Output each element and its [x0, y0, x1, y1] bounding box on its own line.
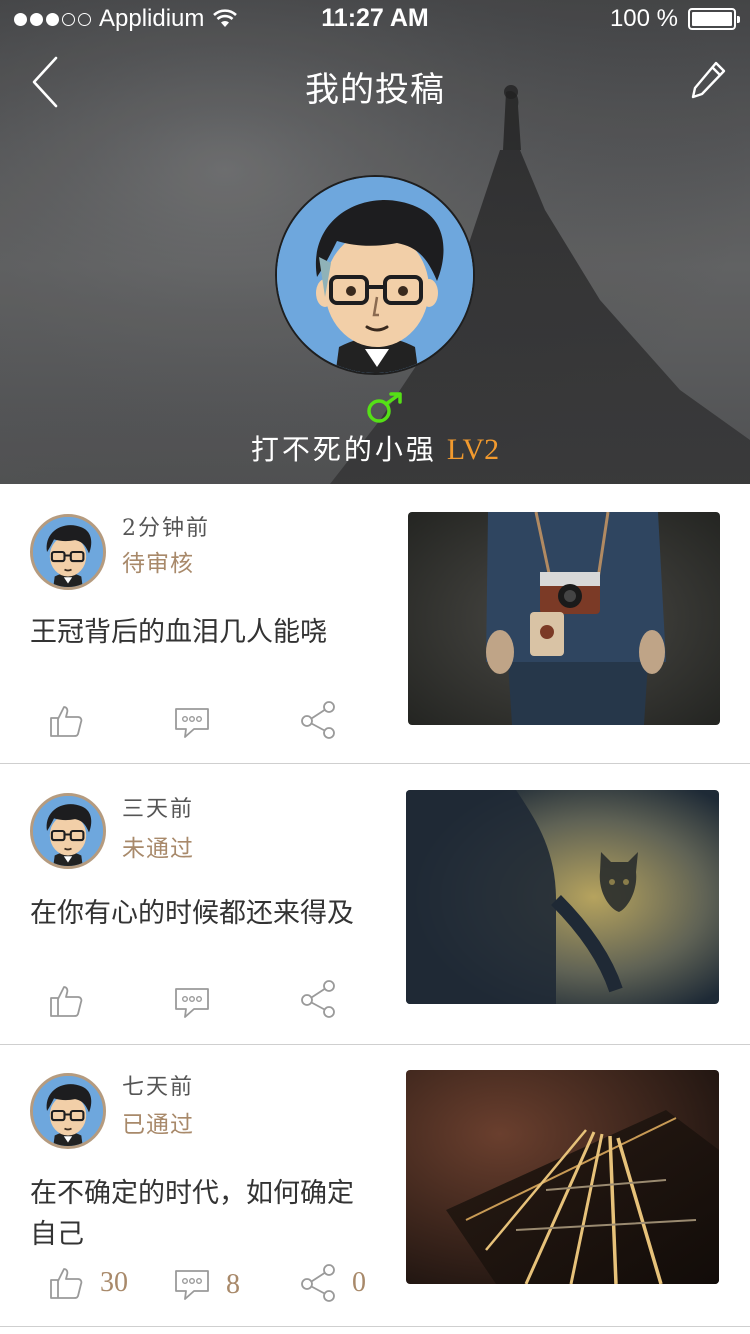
post-image[interactable]: [406, 1070, 719, 1284]
post-time: 2分钟前: [122, 516, 210, 541]
review-status: 已通过: [122, 1112, 194, 1138]
like-button[interactable]: [48, 703, 100, 739]
guitar-strings-photo: [406, 1070, 719, 1284]
comment-count: 8: [226, 1269, 240, 1300]
profile-name-line: 打不死的小强 LV2: [0, 428, 750, 468]
share-button[interactable]: [300, 979, 352, 1019]
share-button[interactable]: [300, 700, 352, 740]
camera-person-photo: [408, 512, 720, 725]
like-button[interactable]: [48, 983, 100, 1019]
post-image[interactable]: [408, 512, 720, 725]
shadow-figure-photo: [406, 790, 719, 1004]
comment-button[interactable]: [174, 706, 226, 740]
profile-name: 打不死的小强: [250, 433, 437, 466]
review-status: 未通过: [122, 836, 194, 862]
avatar: [30, 793, 106, 869]
comment-bubble-icon: [175, 1270, 209, 1300]
like-button[interactable]: 30: [48, 1265, 128, 1301]
post-image[interactable]: [406, 790, 719, 1004]
share-icon: [301, 980, 335, 1018]
share-button[interactable]: 0: [300, 1263, 366, 1303]
post-time: 七天前: [122, 1075, 195, 1100]
thumbs-up-icon: [50, 706, 83, 737]
post-text[interactable]: 在不确定的时代，如何确定自己: [30, 1173, 375, 1255]
status-bar: Applidium 11:27 AM 100 %: [0, 0, 750, 40]
male-symbol-icon: [367, 392, 402, 423]
thumbs-up-icon: [50, 986, 83, 1017]
like-count: 30: [100, 1267, 128, 1298]
post-text[interactable]: 在你有心的时候都还来得及: [30, 893, 375, 934]
comment-bubble-icon: [175, 988, 209, 1018]
status-right: 100 %: [609, 5, 740, 33]
battery-icon: [688, 8, 740, 30]
post-time: 三天前: [122, 797, 195, 822]
profile-level: LV2: [446, 433, 500, 466]
page-title: 我的投稿: [305, 70, 445, 110]
post-item[interactable]: 2分钟前 待审核 王冠背后的血泪几人能哓: [0, 484, 750, 764]
comment-button[interactable]: 8: [174, 1268, 240, 1302]
review-status: 待审核: [122, 551, 194, 577]
post-text[interactable]: 王冠背后的血泪几人能哓: [30, 612, 375, 653]
avatar: [30, 514, 106, 590]
avatar: [30, 1073, 106, 1149]
share-count: 0: [352, 1267, 366, 1298]
profile-avatar[interactable]: [275, 175, 475, 375]
post-item[interactable]: 七天前 已通过 在不确定的时代，如何确定自己 30 8 0: [0, 1045, 750, 1327]
thumbs-up-icon: [50, 1268, 83, 1299]
post-item[interactable]: 三天前 未通过 在你有心的时候都还来得及: [0, 765, 750, 1045]
share-icon: [301, 1264, 335, 1302]
profile-header: Applidium 11:27 AM 100 % 我的投稿 打不死的小强 LV2: [0, 0, 750, 484]
pencil-icon: [691, 61, 726, 99]
comment-button[interactable]: [174, 986, 226, 1020]
battery-percent: 100 %: [609, 5, 678, 32]
edit-button[interactable]: [688, 58, 728, 102]
share-icon: [301, 701, 335, 739]
comment-bubble-icon: [175, 708, 209, 738]
